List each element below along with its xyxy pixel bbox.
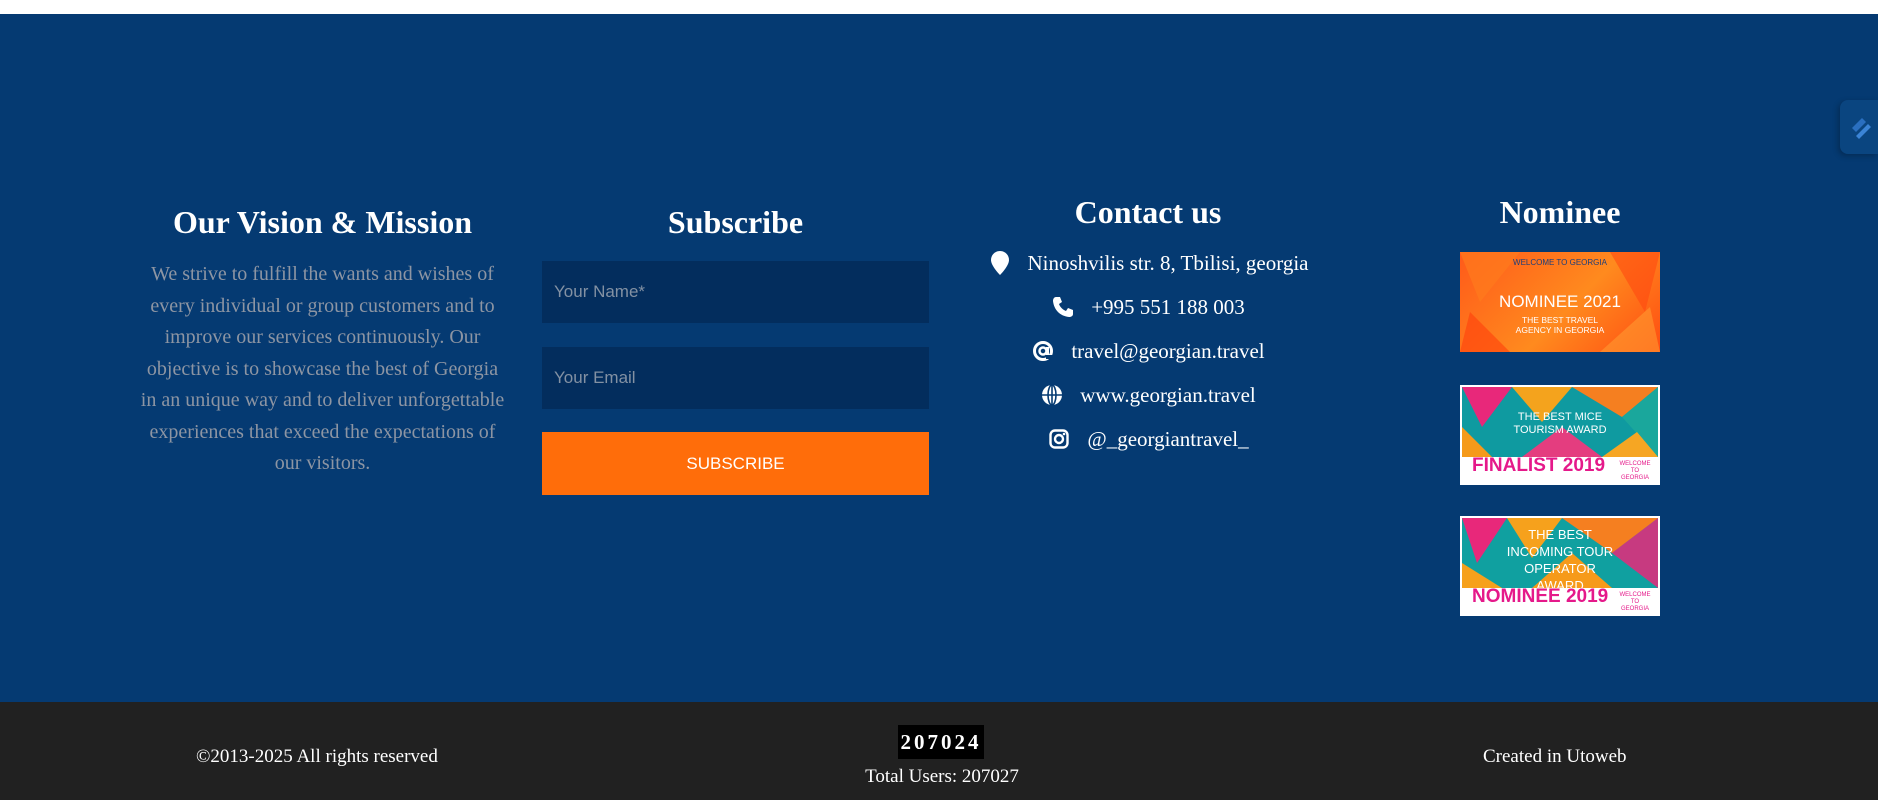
- total-users-text: Total Users: 207027: [865, 766, 1019, 787]
- badge1-logo: WELCOME TO GEORGIA: [1513, 258, 1607, 267]
- contact-list: Ninoshvilis str. 8, Tbilisi, georgia +99…: [960, 241, 1336, 461]
- instagram-icon: [1047, 427, 1071, 451]
- side-widget-tab[interactable]: [1840, 100, 1878, 154]
- globe-icon: [1040, 383, 1064, 407]
- name-input[interactable]: [542, 261, 929, 323]
- created-by-link[interactable]: Created in Utoweb: [1483, 746, 1627, 768]
- widget-logo-icon: [1852, 118, 1871, 139]
- phone-icon: [1051, 295, 1075, 319]
- contact-website-text: www.georgian.travel: [1080, 382, 1256, 407]
- subscribe-title: Subscribe: [667, 204, 804, 240]
- contact-section: Contact us Ninoshvilis str. 8, Tbilisi, …: [960, 194, 1336, 461]
- badge1-headline: NOMINEE 2021: [1499, 292, 1621, 311]
- footer-main: Our Vision & Mission We strive to fulfil…: [0, 14, 1878, 702]
- location-pin-icon: [988, 251, 1012, 275]
- at-sign-icon: [1031, 339, 1055, 363]
- contact-item-instagram[interactable]: @_georgiantravel_: [960, 417, 1336, 461]
- vision-text: We strive to fulfill the wants and wishe…: [140, 263, 505, 474]
- email-input[interactable]: [542, 347, 929, 409]
- subscribe-section: Subscribe SUBSCRIBE: [542, 204, 929, 495]
- badge1-subline: THE BEST TRAVEL AGENCY IN GEORGIA: [1515, 315, 1605, 335]
- contact-item-website[interactable]: www.georgian.travel: [960, 373, 1336, 417]
- vision-section: Our Vision & Mission We strive to fulfil…: [140, 204, 505, 480]
- finalist-2019-badge[interactable]: THE BEST MICE TOURISM AWARD FINALIST 201…: [1460, 385, 1660, 485]
- visitor-counter: 207024: [898, 725, 984, 759]
- contact-item-phone[interactable]: +995 551 188 003: [960, 285, 1336, 329]
- nominee-title: Nominee: [1499, 194, 1621, 230]
- contact-address-text: Ninoshvilis str. 8, Tbilisi, georgia: [1027, 250, 1309, 275]
- contact-item-email[interactable]: travel@georgian.travel: [960, 329, 1336, 373]
- badge3-ribbon: NOMINEE 2019: [1472, 586, 1609, 607]
- contact-item-address[interactable]: Ninoshvilis str. 8, Tbilisi, georgia: [960, 241, 1336, 285]
- badge2-logo: WELCOME TO GEORGIA: [1619, 461, 1651, 481]
- badge2-award: THE BEST MICE TOURISM AWARD: [1513, 411, 1607, 436]
- nominee-2021-badge[interactable]: WELCOME TO GEORGIA NOMINEE 2021 THE BEST…: [1460, 252, 1660, 352]
- badge2-ribbon: FINALIST 2019: [1472, 455, 1606, 476]
- nominee-2019-badge[interactable]: THE BEST INCOMING TOUR OPERATOR AWARD NO…: [1460, 516, 1660, 616]
- nominee-section: Nominee WELCOME TO GEORGIA NOMINEE 2021 …: [1458, 194, 1662, 624]
- contact-instagram-text: @_georgiantravel_: [1087, 426, 1249, 451]
- badge3-logo: WELCOME TO GEORGIA: [1619, 592, 1651, 612]
- contact-title: Contact us: [1074, 194, 1222, 230]
- contact-phone-text: +995 551 188 003: [1091, 294, 1245, 319]
- page-top-edge: [0, 0, 1878, 14]
- contact-email-text: travel@georgian.travel: [1071, 338, 1265, 363]
- copyright-text: ©2013-2025 All rights reserved: [196, 746, 438, 767]
- vision-title: Our Vision & Mission: [172, 204, 473, 240]
- footer-bottom-bar: ©2013-2025 All rights reserved 207024 To…: [0, 702, 1878, 800]
- subscribe-button[interactable]: SUBSCRIBE: [542, 432, 929, 495]
- badge3-award: THE BEST INCOMING TOUR OPERATOR AWARD: [1506, 527, 1614, 593]
